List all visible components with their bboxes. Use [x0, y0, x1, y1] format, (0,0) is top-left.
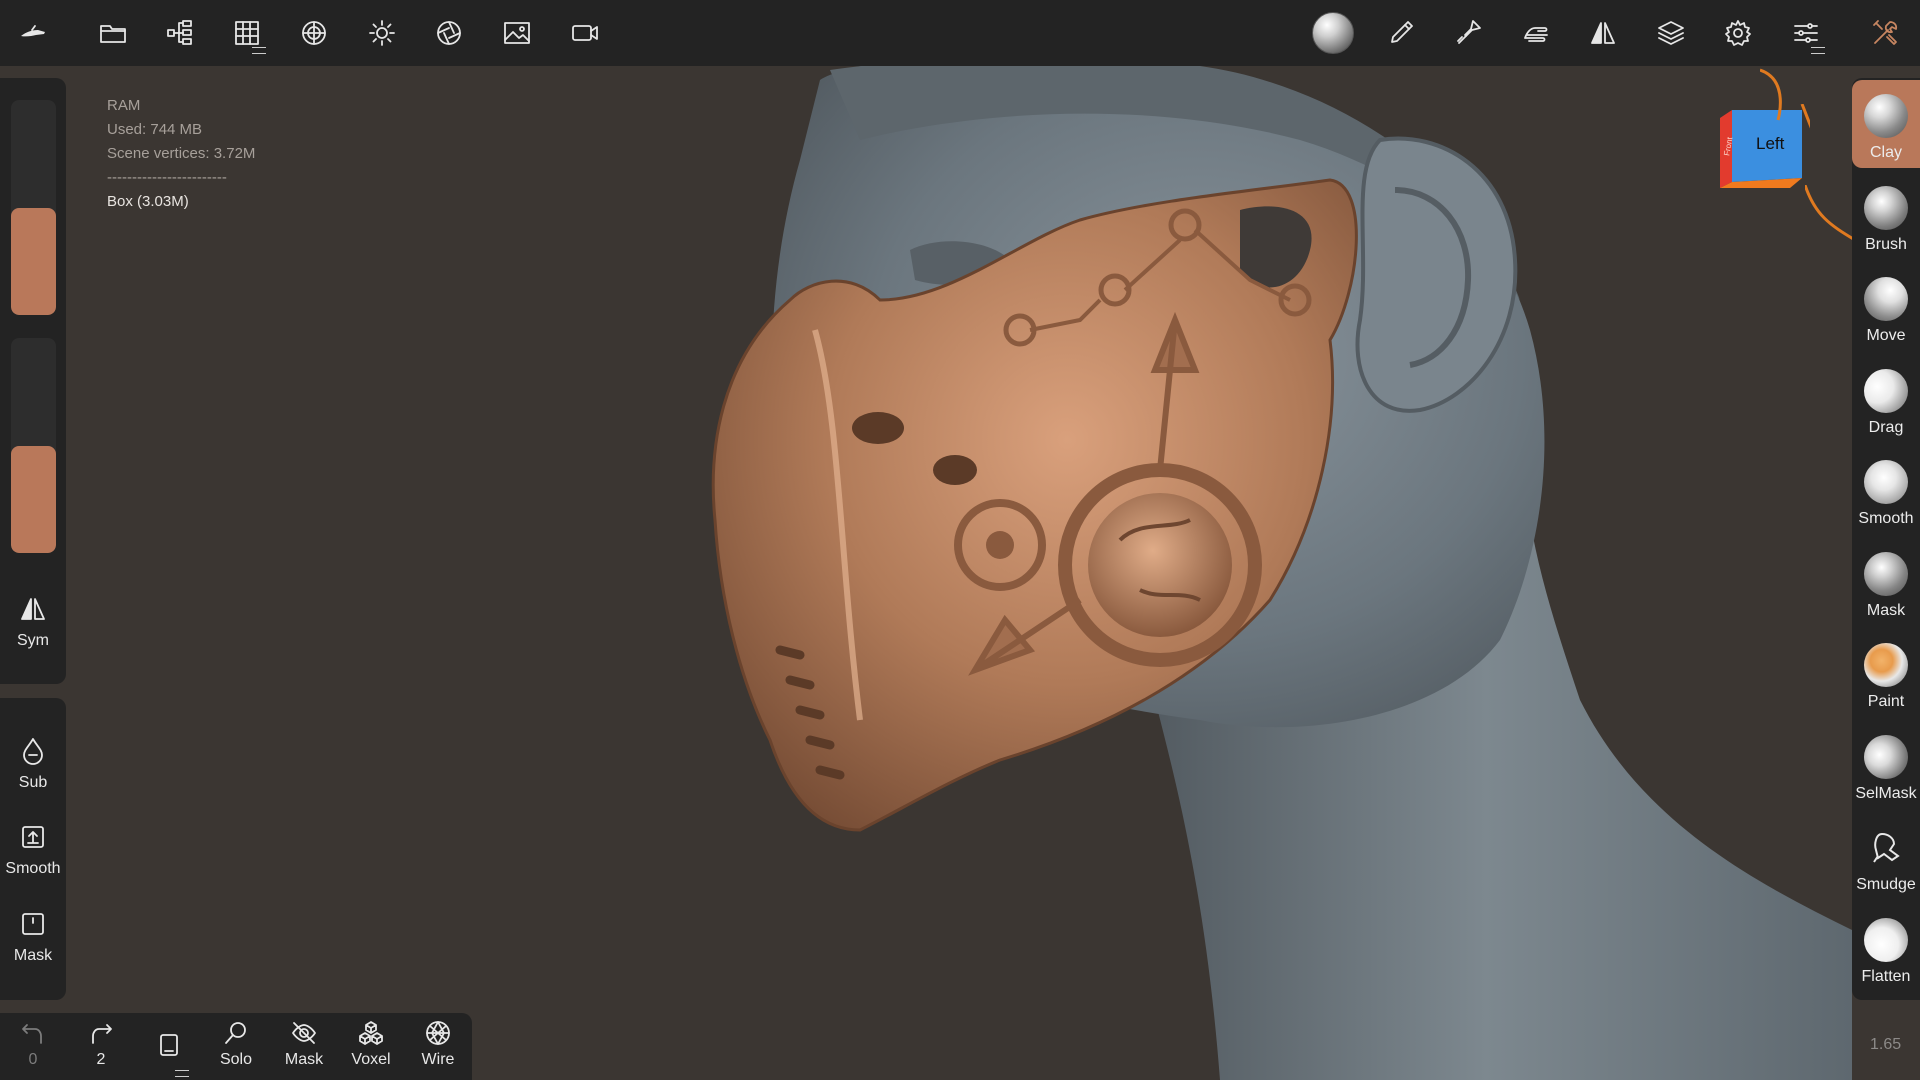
top-toolbar [0, 0, 1920, 66]
tool-label: Smudge [1856, 876, 1916, 893]
drag-brush-icon [1864, 368, 1908, 413]
mask-label: Mask [13, 947, 53, 964]
tool-panel: Clay Brush Move Drag Smooth Mask Paint SelMask S… [1852, 78, 1920, 1000]
redo-count: 2 [96, 1051, 106, 1068]
smooth-label: Smooth [5, 860, 61, 877]
voxel-label: Voxel [351, 1051, 391, 1068]
tool-label: Paint [1867, 693, 1905, 710]
clay-brush-icon [1864, 94, 1908, 138]
viewport-3d[interactable] [0, 0, 1920, 1080]
image-icon[interactable] [494, 10, 540, 56]
tool-flatten[interactable]: Flatten [1852, 904, 1920, 992]
scene-tree-icon[interactable] [157, 10, 203, 56]
wireframe-sphere-icon [426, 1021, 450, 1045]
tool-smudge[interactable]: Smudge [1852, 812, 1920, 900]
undo-icon [22, 1024, 42, 1044]
sym-label: Sym [17, 632, 49, 649]
grid-icon[interactable] [224, 10, 270, 56]
aperture-icon[interactable] [426, 10, 472, 56]
sliders-icon[interactable] [1783, 10, 1829, 56]
tool-label: Drag [1868, 418, 1904, 436]
move-brush-icon [1864, 277, 1908, 321]
sub-button[interactable]: Sub [0, 736, 66, 792]
tool-label: Smooth [1858, 510, 1914, 527]
tool-paint[interactable]: Paint [1852, 629, 1920, 717]
radius-slider-fill [11, 207, 56, 315]
smooth-button[interactable]: Smooth [0, 822, 66, 878]
solo-label: Solo [219, 1051, 253, 1068]
mask-toggle-label: Mask [284, 1051, 324, 1068]
selected-object[interactable]: Box (3.03M) [107, 190, 255, 214]
eye-off-icon [292, 1022, 316, 1044]
bottom-toolbar: 0 2 Solo Mask Voxel Wire [0, 1013, 472, 1080]
scene-vertices: Scene vertices: 3.72M [107, 145, 256, 162]
left-panel-bottom: Sub Smooth Mask [0, 698, 66, 1000]
selmask-brush-icon [1864, 734, 1908, 779]
tool-label: Mask [1866, 601, 1906, 619]
tools-icon[interactable] [1862, 10, 1908, 56]
light-icon[interactable] [359, 10, 405, 56]
scene-info: RAM Used: 744 MB Scene vertices: 3.72M -… [107, 94, 255, 214]
app-logo-icon[interactable] [10, 10, 56, 56]
ram-label: RAM [107, 97, 141, 114]
sub-label: Sub [18, 774, 48, 791]
tool-label: SelMask [1855, 784, 1917, 802]
tool-label: Brush [1865, 235, 1907, 253]
brush-brush-icon [1864, 185, 1908, 230]
symmetry-icon [21, 598, 45, 620]
info-separator: ------------------------ [107, 169, 227, 186]
tool-move[interactable]: Move [1852, 263, 1920, 351]
folder-icon[interactable] [90, 10, 136, 56]
tool-clay[interactable]: Clay [1852, 80, 1920, 168]
tool-smooth[interactable]: Smooth [1852, 446, 1920, 534]
settings-icon[interactable] [1715, 10, 1761, 56]
search-icon [225, 1022, 246, 1044]
undo-count: 0 [28, 1051, 38, 1068]
stroke-brush-icon[interactable] [1445, 10, 1491, 56]
zoom-level: 1.65 [1870, 1036, 1902, 1053]
tool-selmask[interactable]: SelMask [1852, 721, 1920, 809]
sculpt-scene [711, 51, 1852, 1080]
paint-brush-icon [1864, 643, 1908, 687]
wire-label: Wire [421, 1051, 455, 1068]
smudge-brush-icon [1864, 826, 1908, 870]
redo-icon [92, 1024, 112, 1044]
tool-mask[interactable]: Mask [1852, 538, 1920, 626]
history-list-icon [160, 1034, 178, 1056]
redo-button[interactable]: 2 [71, 1019, 131, 1077]
view-cube-arc [1760, 68, 1782, 121]
symmetry-icon[interactable] [1580, 10, 1626, 56]
smooth-box-icon [22, 826, 44, 848]
matcap-sphere-icon[interactable] [291, 10, 337, 56]
solo-button[interactable]: Solo [206, 1019, 266, 1077]
hand-gesture-icon[interactable] [1513, 10, 1559, 56]
sym-button[interactable]: Sym [0, 594, 66, 650]
video-icon[interactable] [562, 10, 608, 56]
mask-brush-icon [1864, 551, 1908, 596]
drop-minus-icon [23, 738, 43, 765]
tool-drag[interactable]: Drag [1852, 355, 1920, 443]
paint-brush-icon[interactable] [1378, 10, 1424, 56]
intensity-slider-fill [11, 445, 56, 553]
tool-label: Flatten [1861, 967, 1911, 985]
flatten-brush-icon [1864, 917, 1908, 962]
undo-button[interactable]: 0 [3, 1019, 63, 1077]
tool-label: Move [1866, 327, 1906, 344]
left-panel-top: Sym [0, 78, 66, 684]
tool-brush[interactable]: Brush [1852, 172, 1920, 260]
ram-used: Used: 744 MB [107, 121, 203, 138]
mask-box-icon [22, 913, 44, 935]
wire-button[interactable]: Wire [408, 1019, 468, 1077]
voxel-button[interactable]: Voxel [341, 1019, 401, 1077]
material-sphere-icon[interactable] [1310, 10, 1356, 56]
history-button[interactable] [139, 1019, 199, 1077]
layers-icon[interactable] [1648, 10, 1694, 56]
tool-label: Clay [1869, 144, 1902, 161]
voxel-cubes-icon [359, 1021, 383, 1045]
smooth-brush-icon [1864, 460, 1908, 504]
intensity-slider[interactable] [11, 338, 56, 553]
hide-mask-button[interactable]: Mask [274, 1019, 334, 1077]
radius-slider[interactable] [11, 100, 56, 315]
mask-button[interactable]: Mask [0, 909, 66, 965]
